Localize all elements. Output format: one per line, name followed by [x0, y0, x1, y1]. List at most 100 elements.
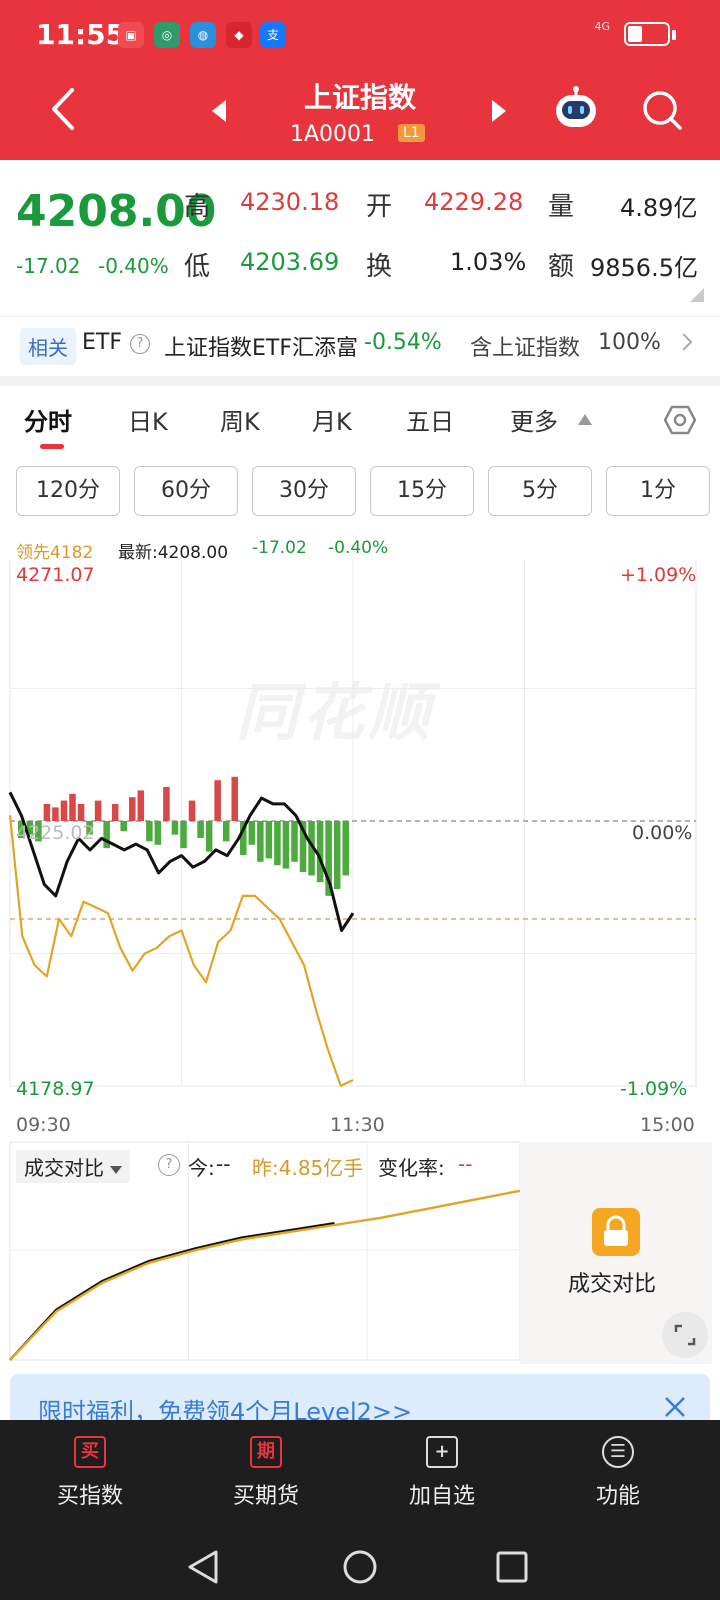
x-axis-start-label: 09:30 [16, 1114, 71, 1136]
back-arrow-icon[interactable] [46, 86, 80, 132]
turnover-value: 1.03% [450, 248, 527, 276]
volume-bar-23 [214, 780, 221, 821]
tab-weekly-k[interactable]: 周K [220, 402, 260, 437]
y-axis-mid-label: 4225.02 [16, 822, 95, 844]
next-stock-icon[interactable] [492, 100, 506, 122]
lock-icon [592, 1208, 640, 1256]
intraday-chart[interactable] [0, 560, 720, 1120]
volume-bar-13 [129, 797, 136, 821]
pct-axis-top-label: +1.09% [620, 564, 697, 586]
period-120min[interactable]: 120分 [16, 466, 120, 516]
amount-label: 额 [548, 252, 575, 282]
volume-bar-15 [146, 821, 153, 842]
volume-bar-28 [257, 821, 264, 862]
volume-bar-11 [111, 804, 119, 821]
search-icon[interactable] [640, 88, 684, 132]
battery-nub [672, 30, 676, 40]
help-icon[interactable]: ? [130, 334, 150, 354]
assistant-robot-icon[interactable] [552, 86, 600, 130]
close-icon[interactable] [664, 1396, 686, 1418]
turnover-label: 换 [366, 252, 393, 282]
alipay-notification-icon: 支 [260, 22, 286, 48]
volume-bar-18 [171, 821, 179, 835]
volume-bar-22 [205, 821, 213, 852]
latest-change-pct-info: -0.40% [328, 538, 389, 558]
period-60min[interactable]: 60分 [134, 466, 238, 516]
app-header: 11:55 ▣ ◎ ◍ ◆ 支 4G 上证指数 1A0001 L1 [0, 0, 720, 160]
volume-bar-38 [342, 821, 349, 876]
etf-change: -0.54% [364, 330, 442, 355]
volume-bar-37 [333, 821, 341, 889]
system-home-icon [343, 1550, 377, 1584]
x-axis-mid-label: 11:30 [330, 1114, 385, 1136]
prev-stock-icon[interactable] [212, 100, 226, 122]
fullscreen-icon[interactable] [662, 1312, 708, 1358]
functions-button[interactable]: ☰ 功能 [558, 1436, 678, 1510]
tab-active-indicator [40, 444, 64, 449]
etf-label: ETF [82, 330, 122, 355]
bank-notification-icon: ◎ [154, 22, 180, 48]
volume-bar-9 [94, 800, 102, 821]
pct-axis-mid-label: 0.00% [632, 822, 693, 844]
open-label: 开 [366, 192, 393, 222]
y-axis-top-label: 4271.07 [16, 564, 95, 586]
high-label: 高 [184, 192, 211, 222]
settings-hexagon-icon[interactable] [664, 404, 696, 436]
divider [0, 316, 720, 317]
app-notification-icon: ▣ [118, 22, 144, 48]
volume-bar-17 [163, 787, 170, 821]
tab-intraday[interactable]: 分时 [24, 402, 72, 437]
volume-today-line [9, 1222, 335, 1361]
latest-change-info: -17.02 [252, 538, 307, 558]
status-bar: 11:55 ▣ ◎ ◍ ◆ 支 4G [0, 0, 720, 70]
locked-feature-label: 成交对比 [568, 1272, 657, 1297]
system-back-icon [188, 1550, 218, 1584]
stock-code: 1A0001 [290, 122, 376, 147]
tab-daily-k[interactable]: 日K [128, 402, 168, 437]
volume-bar-12 [120, 821, 127, 832]
price-change: -17.02 [16, 254, 81, 278]
period-15min[interactable]: 15分 [370, 466, 474, 516]
volume-bar-31 [282, 821, 290, 869]
volume-bar-20 [188, 800, 196, 821]
period-1min[interactable]: 1分 [606, 466, 710, 516]
period-5min[interactable]: 5分 [488, 466, 592, 516]
menu-icon: ☰ [602, 1436, 634, 1468]
buy-index-label: 买指数 [56, 1484, 123, 1509]
volume-bar-10 [103, 821, 110, 849]
add-watchlist-label: 加自选 [408, 1484, 475, 1509]
high-value: 4230.18 [240, 188, 340, 216]
low-value: 4203.69 [240, 248, 340, 276]
etf-name[interactable]: 上证指数ETF汇添富 [164, 330, 358, 362]
battery-icon [624, 22, 670, 46]
volume-bar-16 [154, 821, 162, 845]
tab-more[interactable]: 更多 [510, 402, 558, 437]
amount-value: 9856.5亿 [590, 254, 698, 282]
volume-bar-21 [197, 821, 204, 838]
etf-holding-label: 含上证指数 [470, 336, 581, 361]
more-caret-icon [578, 414, 592, 425]
tab-five-day[interactable]: 五日 [406, 402, 454, 437]
volume-bar-4 [52, 807, 59, 821]
related-tag: 相关 [20, 328, 76, 365]
add-watchlist-button[interactable]: + 加自选 [382, 1436, 502, 1510]
expand-corner-icon[interactable] [690, 288, 704, 302]
chevron-right-icon[interactable] [675, 333, 693, 351]
x-axis-end-label: 15:00 [640, 1114, 695, 1136]
open-value: 4229.28 [424, 188, 524, 216]
browser-notification-icon: ◍ [190, 22, 216, 48]
buy-index-button[interactable]: 买 买指数 [30, 1436, 150, 1510]
y-axis-bottom-label: 4178.97 [16, 1078, 95, 1100]
buy-futures-button[interactable]: 期 买期货 [206, 1436, 326, 1510]
volume-bar-14 [137, 790, 145, 821]
volume-value: 4.89亿 [620, 194, 698, 222]
level-badge: L1 [398, 124, 425, 142]
period-30min[interactable]: 30分 [252, 466, 356, 516]
buy-futures-label: 买期货 [232, 1484, 299, 1509]
plus-square-icon: + [426, 1436, 458, 1468]
volume-bar-25 [231, 776, 238, 821]
volume-label: 量 [548, 192, 575, 222]
volume-bar-30 [274, 821, 281, 866]
volume-bar-32 [291, 821, 298, 862]
tab-monthly-k[interactable]: 月K [312, 402, 352, 437]
